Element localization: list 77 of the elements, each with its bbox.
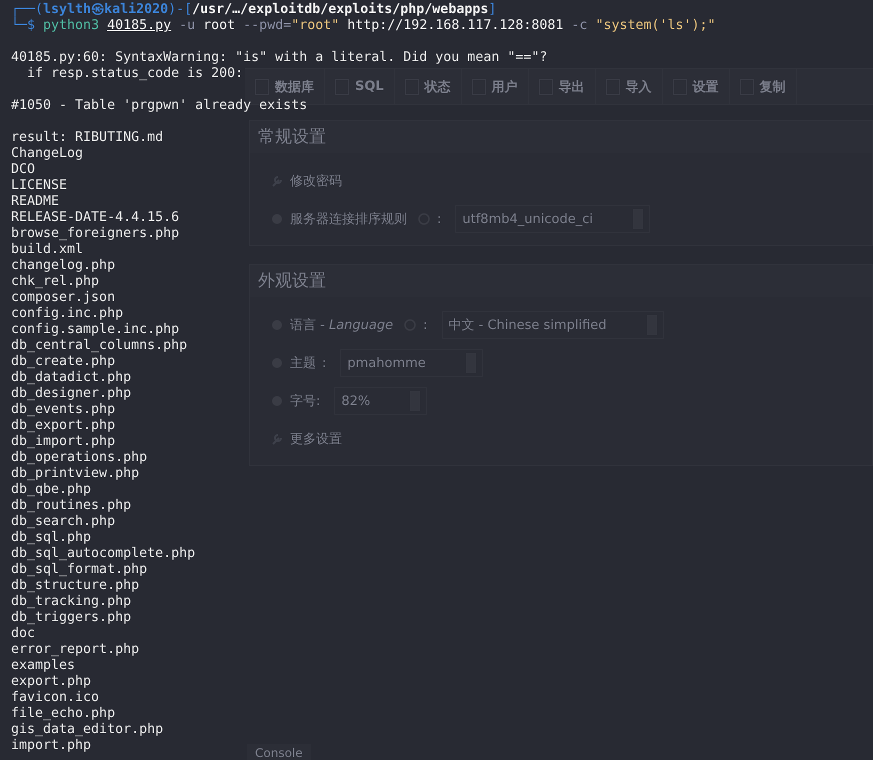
prompt-frame: )-[ (168, 2, 192, 17)
nav-tab[interactable]: 复制 (730, 69, 797, 104)
terminal-output-line: db_search.php (11, 514, 116, 530)
command-argument: root (203, 18, 236, 33)
terminal-output-line: db_sql.php (11, 530, 92, 546)
setting-label: 服务器连接排序规则 (290, 211, 407, 228)
terminal-output-line: db_sql_autocomplete.php (11, 546, 196, 562)
terminal-output-line: favicon.ico (11, 690, 100, 706)
command-option: -c (571, 18, 588, 33)
terminal-output-line: db_designer.php (11, 386, 132, 402)
terminal-output-line: db_central_columns.php (11, 338, 188, 354)
settings-link[interactable]: 修改密码 (290, 172, 342, 190)
terminal-output-line: db_events.php (11, 402, 116, 418)
label-colon: : (322, 356, 326, 370)
terminal-output-line: error_report.php (11, 642, 140, 658)
command-option: --pwd= (243, 18, 292, 33)
terminal-output-line: doc (11, 626, 36, 642)
setting-label: 语言 - Language (290, 317, 394, 334)
nav-tab[interactable]: 用户 (462, 69, 529, 104)
terminal-output-line: build.xml (11, 242, 84, 258)
setting-label: 字号: (290, 393, 320, 410)
terminal-output-line: db_datadict.php (11, 370, 132, 386)
terminal-output-line: config.inc.php (11, 306, 124, 322)
terminal-output-line: db_create.php (11, 354, 116, 370)
prompt-host: lsylth㉿kali2020 (43, 2, 168, 17)
terminal-output-line: DCO (11, 162, 36, 178)
command-string: "root" (291, 18, 340, 33)
command-argument: http://192.168.117.128:8081 (347, 18, 564, 33)
terminal-output-line: db_tracking.php (11, 594, 132, 610)
terminal-output-line: db_structure.php (11, 578, 140, 594)
terminal-output-line: ChangeLog (11, 146, 84, 162)
command-string: "system('ls');" (595, 18, 716, 33)
terminal-output-line: db_qbe.php (11, 482, 92, 498)
label-colon: : (423, 318, 428, 332)
prompt-path: /usr/…/exploitdb/exploits/php/webapps (192, 2, 488, 17)
nav-tab[interactable]: 导出 (528, 69, 596, 104)
nav-tab[interactable]: SQL (325, 69, 395, 104)
terminal-output-line: file_echo.php (11, 706, 116, 722)
terminal-output-line: examples (11, 658, 76, 674)
terminal-output-line: gis_data_editor.php (11, 722, 164, 738)
dropdown[interactable]: pmahomme (340, 349, 483, 377)
dropdown[interactable]: 82% (334, 387, 428, 415)
terminal-output-line: config.sample.inc.php (11, 322, 180, 338)
terminal-output-line: db_routines.php (11, 498, 132, 514)
terminal-output-line: db_sql_format.php (11, 562, 148, 578)
terminal-output-line: RELEASE-DATE-4.4.15.6 (11, 210, 180, 226)
terminal-output-line: db_triggers.php (11, 610, 132, 626)
terminal-output-line: LICENSE (11, 178, 68, 194)
dropdown[interactable]: utf8mb4_unicode_ci (455, 205, 650, 233)
terminal-output-line: composer.json (11, 290, 116, 306)
prompt-frame: ] (488, 2, 496, 17)
terminal-output-line: import.php (11, 738, 92, 754)
setting-label: 主题 (290, 355, 316, 372)
nav-tab[interactable]: 状态 (394, 69, 462, 104)
label-colon: : (437, 212, 442, 226)
prompt-frame: └─$ (11, 18, 36, 33)
terminal-output-line: browse_foreigners.php (11, 226, 180, 242)
prompt-frame: ┌──( (11, 2, 44, 17)
dropdown[interactable]: 中文 - Chinese simplified (442, 311, 664, 339)
command-option: -u (179, 18, 196, 33)
terminal-output-line: db_operations.php (11, 450, 148, 466)
terminal-output-line: chk_rel.php (11, 274, 100, 290)
terminal-output-line: README (11, 194, 60, 210)
terminal-output-line: export.php (11, 674, 92, 690)
command-file: 40185.py (107, 18, 172, 33)
settings-link[interactable]: 更多设置 (290, 430, 342, 448)
terminal-output-line: db_printview.php (11, 466, 140, 482)
terminal-output-line: changelog.php (11, 258, 116, 274)
nav-tab[interactable]: 导入 (596, 69, 663, 104)
console-button[interactable]: Console (247, 744, 311, 760)
terminal-output-line: 40185.py:60: SyntaxWarning: "is" with a literal. Did you mean "=="? (11, 50, 548, 66)
command-name: python3 (43, 18, 100, 33)
terminal-output-line: db_import.php (11, 434, 116, 450)
terminal-output-line: if resp.status_code is 200: (26, 66, 244, 82)
terminal-output-line: db_export.php (11, 418, 116, 434)
nav-tab[interactable]: 设置 (662, 69, 730, 104)
terminal-output-line: result: RIBUTING.md (11, 130, 164, 146)
